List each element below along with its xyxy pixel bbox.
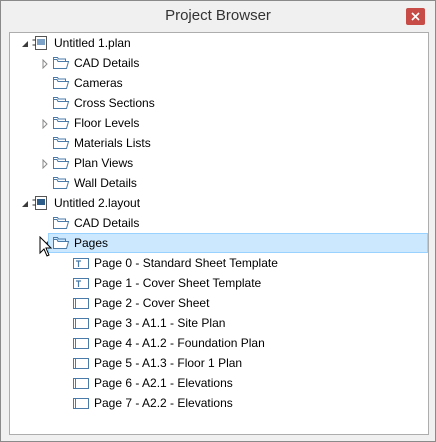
tree-item-label: Page 1 - Cover Sheet Template [94, 276, 262, 290]
folder-icon [52, 136, 70, 153]
folder-icon [52, 176, 70, 193]
mouse-cursor-icon [39, 236, 53, 257]
tree-item-label: Untitled 2.layout [54, 196, 141, 210]
collapsed-arrow-icon[interactable] [40, 58, 50, 70]
tree-item-page-3[interactable]: Page 3 - A1.1 - Site Plan [10, 313, 428, 333]
tree-item-page-1[interactable]: Page 1 - Cover Sheet Template [10, 273, 428, 293]
folder-icon [52, 156, 70, 173]
tree-item-label: Page 7 - A2.2 - Elevations [94, 396, 233, 410]
folder-icon [52, 116, 70, 133]
tree-item-label: Page 5 - A1.3 - Floor 1 Plan [94, 356, 243, 370]
close-icon [411, 12, 420, 21]
tree-item-cross-sections[interactable]: Cross Sections [10, 93, 428, 113]
tree-item-page-5[interactable]: Page 5 - A1.3 - Floor 1 Plan [10, 353, 428, 373]
tree-item-page-2[interactable]: Page 2 - Cover Sheet [10, 293, 428, 313]
expanded-arrow-icon[interactable] [20, 198, 30, 208]
tree-item-label: Page 3 - A1.1 - Site Plan [94, 316, 226, 330]
tree-item-label: CAD Details [74, 56, 140, 70]
page-icon [72, 316, 90, 333]
folder-icon [52, 56, 70, 73]
tree-item-materials-lists[interactable]: Materials Lists [10, 133, 428, 153]
tree-item-label: Floor Levels [74, 116, 140, 130]
tree-item-label: Cross Sections [74, 96, 155, 110]
tree-item-floor-levels[interactable]: Floor Levels [10, 113, 428, 133]
page-icon [72, 296, 90, 313]
tree-item-untitled-2-layout[interactable]: Untitled 2.layout [10, 193, 428, 213]
tree-item-label: Page 4 - A1.2 - Foundation Plan [94, 336, 265, 350]
tree-item-label: Pages [74, 236, 109, 250]
close-button[interactable] [406, 8, 425, 25]
folder-icon [52, 216, 70, 233]
page-icon [72, 396, 90, 413]
title-bar[interactable]: Project Browser [1, 1, 435, 32]
tree-item-label: Untitled 1.plan [54, 36, 131, 50]
tree-item-page-0[interactable]: Page 0 - Standard Sheet Template [10, 253, 428, 273]
window-title: Project Browser [165, 7, 271, 24]
folder-icon [52, 236, 70, 253]
tree-item-plan-views[interactable]: Plan Views [10, 153, 428, 173]
project-browser-window: Project Browser Untitled 1.plan CAD Detai… [0, 0, 436, 442]
tree-item-wall-details[interactable]: Wall Details [10, 173, 428, 193]
expanded-arrow-icon[interactable] [20, 38, 30, 48]
project-tree[interactable]: Untitled 1.plan CAD Details Cameras Cross S… [9, 32, 429, 435]
template-page-icon [72, 276, 90, 293]
collapsed-arrow-icon[interactable] [40, 118, 50, 130]
tree-item-pages[interactable]: Pages [10, 233, 428, 253]
tree-item-cad-details-2[interactable]: CAD Details [10, 213, 428, 233]
tree-item-label: Page 6 - A2.1 - Elevations [94, 376, 233, 390]
plan-file-icon [32, 36, 50, 53]
tree-item-label: CAD Details [74, 216, 140, 230]
tree-item-untitled-1-plan[interactable]: Untitled 1.plan [10, 33, 428, 53]
collapsed-arrow-icon[interactable] [40, 158, 50, 170]
layout-file-icon [32, 196, 50, 213]
page-icon [72, 376, 90, 393]
tree-item-cad-details-1[interactable]: CAD Details [10, 53, 428, 73]
page-icon [72, 336, 90, 353]
tree-item-label: Plan Views [74, 156, 134, 170]
tree-item-page-6[interactable]: Page 6 - A2.1 - Elevations [10, 373, 428, 393]
tree-item-label: Page 0 - Standard Sheet Template [94, 256, 278, 270]
tree-item-cameras[interactable]: Cameras [10, 73, 428, 93]
template-page-icon [72, 256, 90, 273]
page-icon [72, 356, 90, 373]
tree-item-page-4[interactable]: Page 4 - A1.2 - Foundation Plan [10, 333, 428, 353]
folder-icon [52, 76, 70, 93]
tree-item-label: Page 2 - Cover Sheet [94, 296, 210, 310]
tree-item-page-7[interactable]: Page 7 - A2.2 - Elevations [10, 393, 428, 413]
tree-item-label: Cameras [74, 76, 123, 90]
tree-item-label: Materials Lists [74, 136, 151, 150]
folder-icon [52, 96, 70, 113]
tree-item-label: Wall Details [74, 176, 137, 190]
